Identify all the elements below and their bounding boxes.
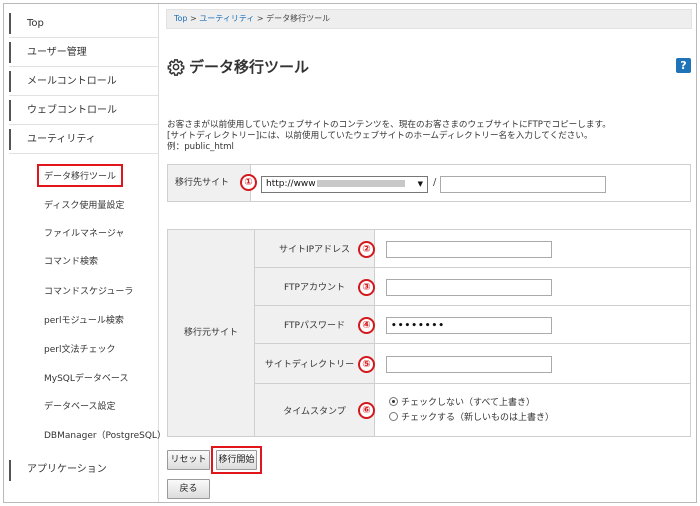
source-row-ftp-password: FTPパスワード ④ bbox=[255, 306, 690, 344]
sidebar-subitem-perl-module-search[interactable]: perlモジュール検索 bbox=[44, 313, 124, 326]
ftp-password-input[interactable] bbox=[386, 317, 552, 334]
site-directory-input[interactable] bbox=[386, 356, 552, 373]
destination-label-text: 移行先サイト bbox=[174, 178, 229, 188]
reset-button[interactable]: リセット bbox=[167, 450, 210, 470]
sidebar-subitem-command-search[interactable]: コマンド検索 bbox=[44, 254, 98, 267]
source-row-site-directory: サイトディレクトリー ⑤ bbox=[255, 344, 690, 384]
timestamp-label: タイムスタンプ bbox=[255, 384, 375, 436]
sidebar-subitem-database-settings[interactable]: データベース設定 bbox=[44, 399, 116, 412]
description-line: お客さまが以前使用していたウェブサイトのコンテンツを、現在のお客さまのウェブサイ… bbox=[167, 120, 611, 130]
sidebar-subitem-dbmanager[interactable]: DBManager（PostgreSQL） bbox=[44, 428, 166, 441]
ftp-account-input[interactable] bbox=[386, 279, 552, 296]
blurred-domain bbox=[316, 180, 405, 187]
marker-6: ⑥ bbox=[358, 402, 375, 419]
timestamp-option-label: チェックする（新しいものは上書き） bbox=[401, 413, 555, 423]
source-row-ftp-account: FTPアカウント ③ bbox=[255, 268, 690, 306]
destination-url-select[interactable]: http://www ▼ bbox=[261, 176, 428, 193]
destination-path-input[interactable] bbox=[440, 176, 606, 193]
breadcrumb-link-utility[interactable]: ユーティリティ bbox=[199, 14, 254, 23]
sidebar-subitem-mysql-database[interactable]: MySQLデータベース bbox=[44, 371, 128, 384]
timestamp-option-label: チェックしない（すべて上書き） bbox=[401, 398, 536, 408]
sidebar-item-utility[interactable]: ユーティリティ bbox=[9, 125, 159, 154]
description: お客さまが以前使用していたウェブサイトのコンテンツを、現在のお客さまのウェブサイ… bbox=[167, 120, 611, 153]
breadcrumb-separator: > bbox=[190, 14, 197, 23]
sidebar-subitem-data-migration[interactable]: データ移行ツール bbox=[37, 164, 124, 187]
source-table: 移行元サイト サイトIPアドレス ② FTPアカウント ③ FTPパスワード ④… bbox=[167, 229, 691, 437]
timestamp-option-check[interactable]: チェックする（新しいものは上書き） bbox=[389, 410, 554, 423]
sidebar-item-applications[interactable]: アプリケーション bbox=[9, 457, 107, 483]
sidebar-item-top[interactable]: Top bbox=[9, 9, 159, 38]
site-ip-input[interactable] bbox=[386, 241, 552, 258]
radio-button[interactable] bbox=[389, 412, 398, 421]
page-title-text: データ移行ツール bbox=[189, 58, 310, 76]
radio-button-selected[interactable] bbox=[389, 397, 398, 406]
destination-label: 移行先サイト bbox=[168, 165, 251, 201]
marker-4: ④ bbox=[358, 317, 375, 334]
chevron-down-icon: ▼ bbox=[417, 180, 423, 188]
marker-1: ① bbox=[240, 174, 257, 191]
breadcrumb-link-top[interactable]: Top bbox=[174, 14, 188, 23]
sidebar-item-mail-control[interactable]: メールコントロール bbox=[9, 67, 159, 96]
breadcrumb-separator: > bbox=[256, 14, 264, 23]
back-button[interactable]: 戻る bbox=[167, 479, 210, 499]
destination-table: 移行先サイト ① http://www ▼ / bbox=[167, 164, 691, 202]
breadcrumb: Top > ユーティリティ > データ移行ツール bbox=[166, 9, 692, 29]
sidebar-subitem-perl-syntax-check[interactable]: perl文法チェック bbox=[44, 342, 115, 355]
breadcrumb-current: データ移行ツール bbox=[266, 14, 331, 23]
site-directory-label: サイトディレクトリー bbox=[255, 344, 375, 383]
source-row-ip: サイトIPアドレス ② bbox=[255, 230, 690, 268]
marker-5: ⑤ bbox=[358, 356, 375, 373]
start-button-highlight: 移行開始 bbox=[211, 446, 262, 474]
destination-url-text: http://www bbox=[266, 179, 316, 189]
sidebar: Top ユーザー管理 メールコントロール ウェブコントロール ユーティリティ デ… bbox=[4, 4, 166, 502]
sidebar-item-web-control[interactable]: ウェブコントロール bbox=[9, 96, 159, 125]
source-label: 移行元サイト bbox=[168, 230, 255, 436]
sidebar-subitem-command-scheduler[interactable]: コマンドスケジューラ bbox=[44, 284, 133, 297]
ftp-account-label: FTPアカウント bbox=[255, 268, 375, 305]
app-frame: Top ユーザー管理 メールコントロール ウェブコントロール ユーティリティ デ… bbox=[3, 3, 697, 503]
help-button[interactable]: ? bbox=[676, 58, 691, 73]
sidebar-subitem-disk-usage[interactable]: ディスク使用量設定 bbox=[44, 198, 124, 211]
sidebar-item-user-management[interactable]: ユーザー管理 bbox=[9, 38, 159, 67]
source-row-timestamp: タイムスタンプ ⑥ チェックしない（すべて上書き） チェックする（新しいものは上… bbox=[255, 384, 690, 436]
timestamp-option-no-check[interactable]: チェックしない（すべて上書き） bbox=[389, 395, 535, 408]
ftp-password-label: FTPパスワード bbox=[255, 306, 375, 343]
marker-3: ③ bbox=[358, 279, 375, 296]
description-example: 例：public_html bbox=[167, 142, 234, 152]
ip-label: サイトIPアドレス bbox=[255, 230, 375, 267]
marker-2: ② bbox=[358, 241, 375, 258]
page-title: データ移行ツール bbox=[167, 56, 309, 77]
main-content: Top > ユーティリティ > データ移行ツール データ移行ツール ? お客さま… bbox=[162, 4, 696, 502]
sidebar-subitem-file-manager[interactable]: ファイルマネージャ bbox=[44, 226, 124, 239]
description-line: [サイトディレクトリー]には、以前使用していたウェブサイトのホームディレクトリー… bbox=[167, 131, 593, 141]
gear-icon bbox=[167, 58, 185, 76]
start-migration-button[interactable]: 移行開始 bbox=[216, 450, 257, 470]
path-separator: / bbox=[433, 177, 437, 188]
